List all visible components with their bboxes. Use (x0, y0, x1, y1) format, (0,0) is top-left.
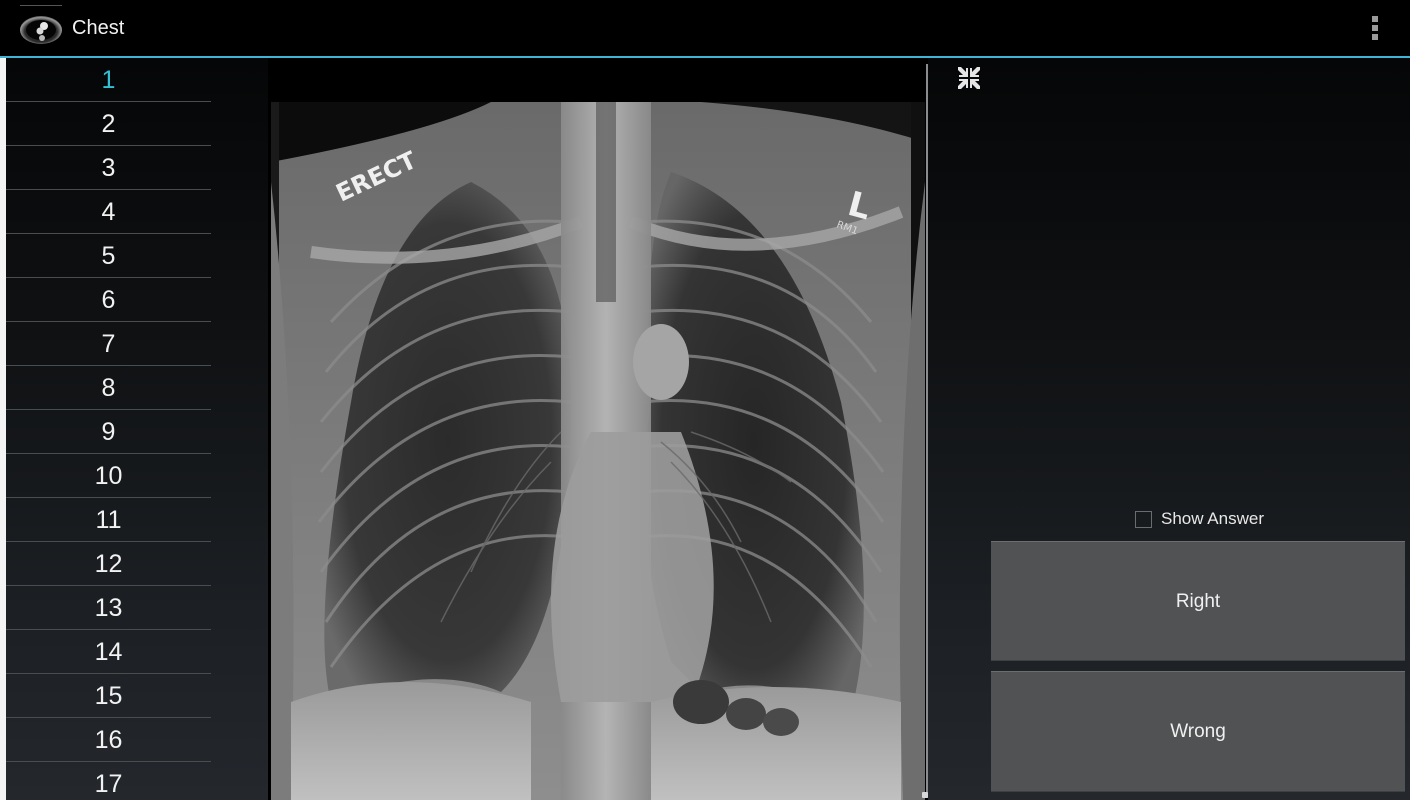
right-button[interactable]: Right (991, 541, 1405, 661)
question-list-item[interactable]: 7 (6, 322, 211, 366)
question-list-item[interactable]: 2 (6, 102, 211, 146)
image-panel[interactable]: ERECT L RM1 (268, 58, 928, 800)
ct-chest-scan-icon[interactable] (18, 5, 64, 48)
overflow-menu-button[interactable] (1360, 10, 1390, 46)
question-list-item[interactable]: 5 (6, 234, 211, 278)
question-list-item[interactable]: 16 (6, 718, 211, 762)
question-list-item[interactable]: 12 (6, 542, 211, 586)
collapse-fullscreen-icon (958, 67, 980, 89)
app-root: Chest 1 2 3 4 5 6 7 8 9 10 11 12 13 14 15 16 17 (0, 0, 1410, 800)
question-list-item[interactable]: 11 (6, 498, 211, 542)
question-list[interactable]: 1 2 3 4 5 6 7 8 9 10 11 12 13 14 15 16 17 (6, 58, 211, 800)
question-list-item[interactable]: 15 (6, 674, 211, 718)
show-answer-label: Show Answer (1161, 509, 1264, 528)
question-list-item[interactable]: 10 (6, 454, 211, 498)
overflow-menu-icon (1372, 16, 1378, 22)
question-list-item[interactable]: 6 (6, 278, 211, 322)
show-answer-checkbox[interactable] (1135, 510, 1152, 528)
collapse-button[interactable] (955, 64, 983, 92)
overflow-dot (1372, 25, 1378, 31)
app-title: Chest (72, 17, 125, 39)
wrong-button[interactable]: Wrong (991, 671, 1405, 792)
image-scroll-thumb[interactable] (922, 792, 928, 798)
up-indicator (20, 5, 62, 6)
question-list-item[interactable]: 4 (6, 190, 211, 234)
show-answer-toggle[interactable]: Show Answer (1135, 508, 1264, 530)
question-list-item[interactable]: 13 (6, 586, 211, 630)
question-list-item[interactable]: 14 (6, 630, 211, 674)
question-list-item[interactable]: 17 (6, 762, 211, 800)
question-list-item[interactable]: 9 (6, 410, 211, 454)
question-list-item[interactable]: 3 (6, 146, 211, 190)
question-list-item[interactable]: 8 (6, 366, 211, 410)
chest-xray-image[interactable]: ERECT L RM1 (271, 102, 925, 800)
overflow-dot (1372, 34, 1378, 40)
action-bar: Chest (0, 0, 1410, 58)
question-list-item[interactable]: 1 (6, 58, 211, 102)
content-area: 1 2 3 4 5 6 7 8 9 10 11 12 13 14 15 16 17 (0, 58, 1410, 800)
image-scrollbar[interactable] (926, 64, 928, 798)
